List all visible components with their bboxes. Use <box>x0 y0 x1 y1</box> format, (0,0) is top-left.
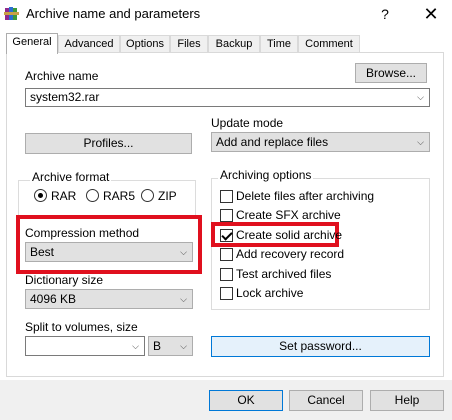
create-solid-label: Create solid archive <box>236 228 343 242</box>
split-unit-select[interactable]: B ⌵ <box>148 336 193 356</box>
test-archived-label: Test archived files <box>236 267 332 281</box>
compression-method-select[interactable]: Best ⌵ <box>25 242 193 262</box>
compression-method-value: Best <box>30 245 55 259</box>
archive-format-legend: Archive format <box>30 170 112 184</box>
set-password-button[interactable]: Set password... <box>211 336 430 357</box>
window-title: Archive name and parameters <box>26 6 201 21</box>
archiving-options-legend: Archiving options <box>218 168 314 182</box>
tab-options[interactable]: Options <box>120 35 170 53</box>
split-unit-value: B <box>153 339 162 353</box>
dictionary-size-value: 4096 KB <box>30 292 77 306</box>
create-solid-checkbox[interactable] <box>220 229 233 242</box>
radio-zip[interactable] <box>141 189 154 202</box>
split-volumes-size-field[interactable]: ⌵ <box>25 336 145 356</box>
radio-rar-label: RAR <box>51 189 77 203</box>
archive-name-field[interactable]: system32.rar ⌵ <box>25 88 430 107</box>
chevron-down-icon[interactable]: ⌵ <box>417 89 424 106</box>
lock-archive-checkbox[interactable] <box>220 287 233 300</box>
profiles-button[interactable]: Profiles... <box>25 133 192 154</box>
browse-button[interactable]: Browse... <box>355 63 427 83</box>
tab-comment[interactable]: Comment <box>298 35 360 53</box>
radio-zip-label: ZIP <box>158 189 177 203</box>
create-sfx-checkbox[interactable] <box>220 209 233 222</box>
chevron-down-icon[interactable]: ⌵ <box>417 133 424 151</box>
lock-archive-label: Lock archive <box>236 286 304 300</box>
title-bar: Archive name and parameters ? ✕ <box>0 0 452 28</box>
radio-rar5[interactable] <box>86 189 99 202</box>
dictionary-size-select[interactable]: 4096 KB ⌵ <box>25 289 193 309</box>
create-sfx-label: Create SFX archive <box>236 208 341 222</box>
cancel-button[interactable]: Cancel <box>289 390 363 411</box>
chevron-down-icon[interactable]: ⌵ <box>132 337 139 355</box>
tab-general[interactable]: General <box>6 33 58 54</box>
tab-backup[interactable]: Backup <box>208 35 260 53</box>
update-mode-label: Update mode <box>211 116 284 130</box>
tab-files[interactable]: Files <box>170 35 208 53</box>
compression-method-label: Compression method <box>25 226 140 240</box>
chevron-down-icon[interactable]: ⌵ <box>180 337 187 355</box>
winrar-books-icon <box>4 7 19 20</box>
split-volumes-label: Split to volumes, size <box>25 320 138 334</box>
delete-files-label: Delete files after archiving <box>236 189 375 203</box>
ok-button[interactable]: OK <box>209 390 283 411</box>
tab-time[interactable]: Time <box>260 35 298 53</box>
radio-rar5-label: RAR5 <box>103 189 136 203</box>
tab-advanced[interactable]: Advanced <box>58 35 120 53</box>
delete-files-checkbox[interactable] <box>220 190 233 203</box>
add-recovery-checkbox[interactable] <box>220 248 233 261</box>
test-archived-checkbox[interactable] <box>220 268 233 281</box>
add-recovery-label: Add recovery record <box>236 247 345 261</box>
update-mode-select[interactable]: Add and replace files ⌵ <box>211 132 430 152</box>
help-button[interactable]: Help <box>370 390 444 411</box>
update-mode-value: Add and replace files <box>216 135 329 149</box>
help-title-button[interactable]: ? <box>374 4 396 24</box>
chevron-down-icon[interactable]: ⌵ <box>180 243 187 261</box>
radio-rar[interactable] <box>34 189 47 202</box>
dictionary-size-label: Dictionary size <box>25 273 104 287</box>
chevron-down-icon[interactable]: ⌵ <box>180 290 187 308</box>
archive-name-label: Archive name <box>25 69 99 83</box>
close-button[interactable]: ✕ <box>414 2 448 26</box>
archive-name-value: system32.rar <box>30 90 100 104</box>
